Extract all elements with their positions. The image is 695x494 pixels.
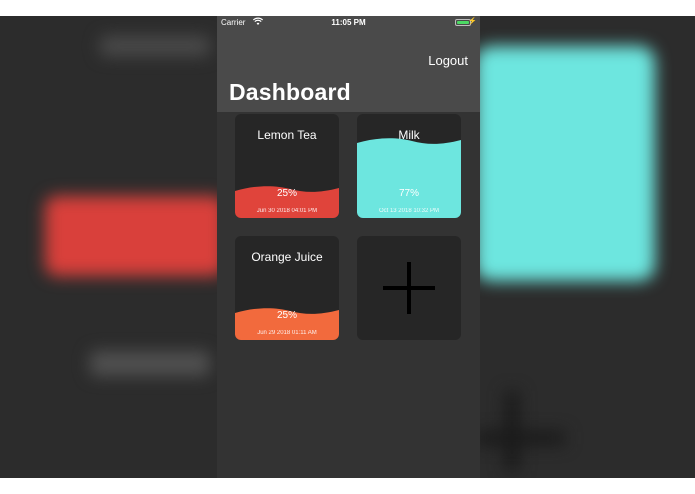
blurred-shape (90, 351, 210, 376)
navigation-bar: Logout Dashboard (217, 31, 480, 112)
logout-button[interactable]: Logout (428, 53, 468, 68)
drink-name: Lemon Tea (257, 128, 317, 142)
page-title: Dashboard (229, 79, 351, 105)
blurred-shape (100, 36, 210, 56)
status-bar: Carrier 11:05 PM ⚡ (217, 16, 480, 31)
blurred-shape (475, 431, 565, 445)
add-drink-button[interactable] (357, 236, 461, 340)
drink-card[interactable]: Orange Juice 25% Jun 29 2018 01:11 AM (235, 236, 339, 340)
drink-timestamp: Jun 29 2018 01:11 AM (257, 330, 317, 336)
drink-card[interactable]: Milk 77% Oct 13 2018 10:32 PM (357, 114, 461, 218)
fill-percentage: 25% (276, 310, 297, 321)
fill-percentage: 77% (398, 188, 419, 199)
drink-timestamp: Jun 30 2018 04:01 PM (256, 208, 318, 214)
clock: 11:05 PM (331, 18, 366, 27)
plus-icon (383, 286, 435, 290)
drink-card[interactable]: Lemon Tea 25% Jun 30 2018 04:01 PM (235, 114, 339, 218)
phone-screen: Carrier 11:05 PM ⚡ Logout Dashboard Lemo… (217, 16, 480, 478)
drink-timestamp: Oct 13 2018 10:32 PM (378, 208, 440, 214)
drink-name: Milk (398, 128, 420, 142)
drink-name: Orange Juice (251, 250, 323, 264)
fill-percentage: 25% (276, 188, 297, 199)
charging-icon: ⚡ (468, 18, 477, 25)
blurred-shape (475, 46, 655, 281)
blurred-shape (45, 196, 225, 276)
